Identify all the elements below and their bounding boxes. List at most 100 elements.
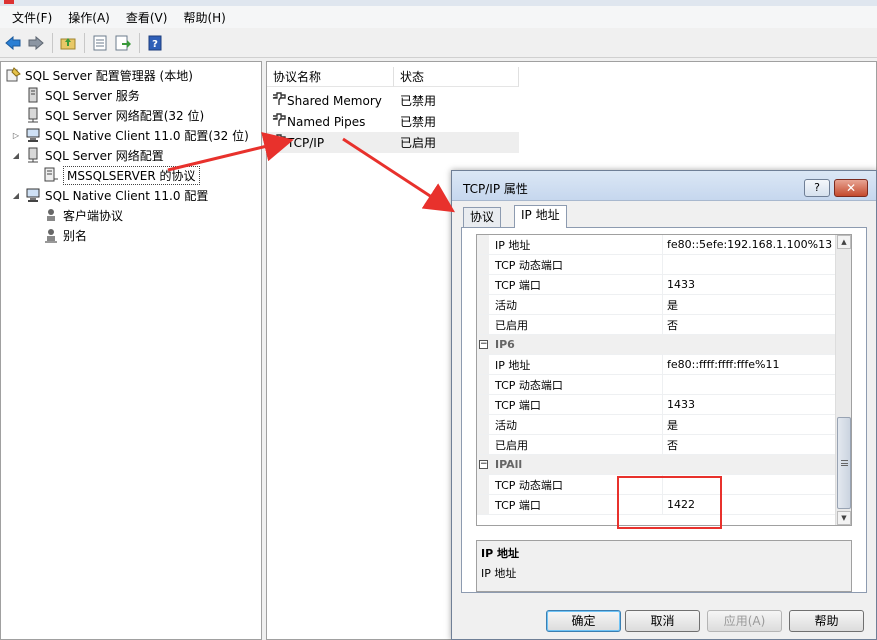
protocol-status: 已启用 <box>400 136 437 150</box>
menu-action[interactable]: 操作(A) <box>60 9 118 26</box>
tree-item-mssql-protocols[interactable]: MSSQLSERVER 的协议 <box>43 165 200 185</box>
port-highlight-box <box>617 476 722 529</box>
app-icon <box>4 0 14 4</box>
tree-item-alias-label: 别名 <box>63 228 88 243</box>
tree-item-net[interactable]: ◢ SQL Server 网络配置 <box>11 145 164 165</box>
cancel-button[interactable]: 取消 <box>625 610 700 632</box>
collapse-triangle-icon[interactable]: ◢ <box>11 191 21 200</box>
scroll-thumb[interactable] <box>837 417 851 509</box>
tcpip-properties-dialog: TCP/IP 属性 ? ✕ 协议 IP 地址 IP 地址 fe80::5efe:1… <box>451 170 877 640</box>
menu-help[interactable]: 帮助(H) <box>175 9 233 26</box>
toolbar: ? <box>0 28 877 58</box>
toolbar-separator <box>139 32 140 53</box>
grid-key: TCP 动态端口 <box>489 255 663 274</box>
help-button[interactable]: 帮助 <box>789 610 864 632</box>
protocol-name: Named Pipes <box>287 114 366 129</box>
protocol-status: 已禁用 <box>400 94 437 108</box>
tree-root[interactable]: SQL Server 配置管理器 (本地) <box>5 65 193 85</box>
toolbar-separator <box>84 32 85 53</box>
toolbar-separator <box>52 32 53 53</box>
grid-row[interactable]: TCP 动态端口 <box>477 375 835 395</box>
close-icon: ✕ <box>845 181 857 195</box>
grid-row[interactable]: TCP 动态端口 <box>477 255 835 275</box>
grid-category-ipall[interactable]: − IPAll <box>477 455 835 475</box>
scroll-down-icon[interactable]: ▼ <box>837 511 851 525</box>
back-arrow-icon <box>5 35 21 50</box>
protocol-icon <box>271 134 287 151</box>
tree-item-client-protocols[interactable]: 客户端协议 <box>43 205 123 225</box>
description-panel: IP 地址 IP 地址 <box>476 540 852 592</box>
svg-text:?: ? <box>152 39 158 50</box>
properties-icon <box>93 35 107 50</box>
collapse-box-icon[interactable]: − <box>479 460 488 469</box>
tree-item-alias[interactable]: 别名 <box>43 225 87 245</box>
protocol-row[interactable]: Named Pipes 已禁用 <box>267 111 519 132</box>
grid-value[interactable]: 1433 <box>663 398 695 411</box>
help-toolbar-button[interactable]: ? <box>144 32 166 54</box>
expand-triangle-icon[interactable]: ▷ <box>11 131 21 140</box>
grid-row[interactable]: IP 地址 fe80::5efe:192.168.1.100%13 <box>477 235 835 255</box>
tab-ip-addresses[interactable]: IP 地址 <box>514 205 567 228</box>
grid-value[interactable]: 是 <box>663 297 678 313</box>
network-server-icon <box>25 147 41 163</box>
tree-item-native32-label: SQL Native Client 11.0 配置(32 位) <box>45 128 249 143</box>
properties-button[interactable] <box>89 32 111 54</box>
export-list-button[interactable] <box>112 32 134 54</box>
protocol-icon <box>271 113 287 130</box>
grid-row[interactable]: TCP 端口 1433 <box>477 395 835 415</box>
protocol-row-selected[interactable]: TCP/IP 已启用 <box>267 132 519 153</box>
menu-view[interactable]: 查看(V) <box>118 9 176 26</box>
protocol-name: TCP/IP <box>287 135 325 150</box>
tab-protocol[interactable]: 协议 <box>463 207 502 227</box>
protocol-status: 已禁用 <box>400 115 437 129</box>
grid-key: IP 地址 <box>489 355 663 374</box>
grid-value[interactable]: fe80::5efe:192.168.1.100%13 <box>663 238 832 251</box>
grid-key: TCP 端口 <box>489 395 663 414</box>
ok-button[interactable]: 确定 <box>546 610 621 632</box>
grid-row[interactable]: 已启用否 <box>477 435 835 455</box>
grid-row[interactable]: IP 地址 fe80::ffff:ffff:fffe%11 <box>477 355 835 375</box>
tree-item-net32[interactable]: SQL Server 网络配置(32 位) <box>25 105 204 125</box>
grid-category-label: IPAll <box>495 458 523 471</box>
protocol-name: Shared Memory <box>287 93 382 108</box>
forward-arrow-icon <box>28 35 44 50</box>
tree-root-label: SQL Server 配置管理器 (本地) <box>25 68 193 83</box>
dialog-help-button[interactable]: ? <box>804 179 830 197</box>
grid-value[interactable]: 是 <box>663 417 678 433</box>
scroll-up-icon[interactable]: ▲ <box>837 235 851 249</box>
grid-value[interactable]: 否 <box>663 437 678 453</box>
tab-panel: IP 地址 fe80::5efe:192.168.1.100%13 TCP 动态端… <box>461 227 867 593</box>
grid-key: 已启用 <box>489 435 663 454</box>
grid-scrollbar[interactable]: ▲ ▼ <box>835 235 851 525</box>
up-folder-button[interactable] <box>57 32 79 54</box>
tree-item-mssql-label: MSSQLSERVER 的协议 <box>63 165 200 185</box>
help-book-icon: ? <box>148 35 162 50</box>
grid-row[interactable]: 已启用否 <box>477 315 835 335</box>
protocol-row[interactable]: Shared Memory 已禁用 <box>267 90 519 111</box>
tree-item-net-label: SQL Server 网络配置 <box>45 148 164 163</box>
forward-button[interactable] <box>25 32 47 54</box>
tree-item-native[interactable]: ◢ SQL Native Client 11.0 配置 <box>11 185 208 205</box>
alias-icon <box>43 227 59 243</box>
collapse-triangle-icon[interactable]: ◢ <box>11 151 21 160</box>
grid-row[interactable]: 活动是 <box>477 415 835 435</box>
grid-value[interactable]: fe80::ffff:ffff:fffe%11 <box>663 358 779 371</box>
dialog-close-button[interactable]: ✕ <box>834 179 868 197</box>
apply-button[interactable]: 应用(A) <box>707 610 782 632</box>
column-header-name[interactable]: 协议名称 <box>267 67 394 87</box>
grid-value[interactable]: 否 <box>663 317 678 333</box>
grid-row[interactable]: 活动是 <box>477 295 835 315</box>
grid-key: 活动 <box>489 415 663 434</box>
tree-item-services[interactable]: SQL Server 服务 <box>25 85 140 105</box>
grid-category-ip6[interactable]: − IP6 <box>477 335 835 355</box>
folder-up-icon <box>60 37 76 49</box>
column-header-status[interactable]: 状态 <box>394 67 519 87</box>
tree-item-native32[interactable]: ▷ SQL Native Client 11.0 配置(32 位) <box>11 125 249 145</box>
back-button[interactable] <box>2 32 24 54</box>
collapse-box-icon[interactable]: − <box>479 340 488 349</box>
grid-value[interactable]: 1433 <box>663 278 695 291</box>
menu-file[interactable]: 文件(F) <box>4 9 60 26</box>
grid-row[interactable]: TCP 端口 1433 <box>477 275 835 295</box>
description-text: IP 地址 <box>481 567 517 580</box>
grid-key: IP 地址 <box>489 235 663 254</box>
